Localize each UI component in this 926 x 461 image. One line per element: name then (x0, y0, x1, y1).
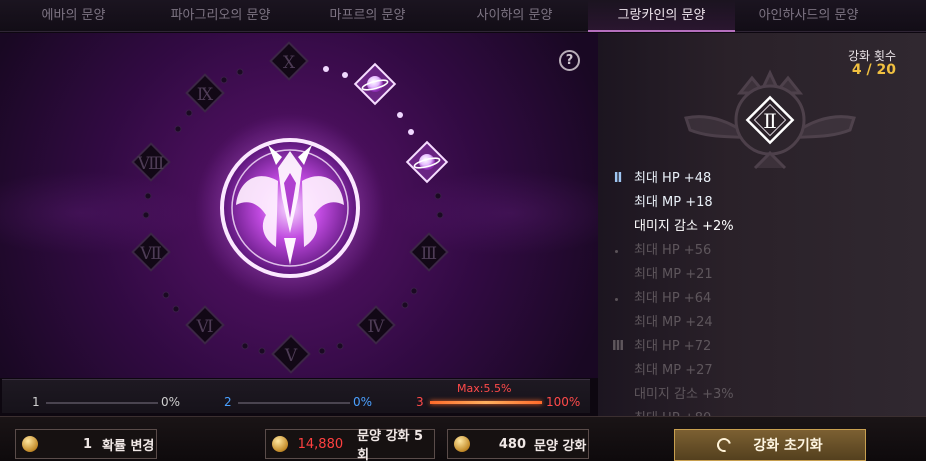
enhance-button[interactable]: 480 문양 강화 (447, 429, 589, 459)
coin-icon (22, 436, 38, 452)
tab-maphr[interactable]: 마프르의 문양 (294, 0, 441, 32)
stat-item: 최대 MP +27 (598, 359, 926, 383)
tab-bar: 에바의 문양 파아그리오의 문양 마프르의 문양 사이하의 문양 그랑카인의 문… (0, 0, 926, 32)
stat-text: 최대 HP +56 (634, 243, 712, 258)
tab-eva[interactable]: 에바의 문양 (0, 0, 147, 32)
stat-text: 최대 HP +48 (634, 171, 712, 186)
slot-viii[interactable]: Ⅷ (131, 142, 171, 182)
prob-change-count: 1 (82, 436, 92, 452)
tab-paagrio[interactable]: 파아그리오의 문양 (147, 0, 294, 32)
slot-ix-label: Ⅸ (197, 85, 214, 105)
prob-1-index: 1 (32, 395, 40, 409)
enhance-cost: 480 (498, 436, 526, 452)
slot-x-label: X (283, 53, 296, 73)
crest-icon: Ⅱ (684, 69, 856, 170)
enhance-panel: 강화 횟수 4 / 20 Ⅱ Ⅱ 최대 HP +48 최대 MP +18 대미지… (598, 33, 926, 421)
prob-change-label: 확률 변경 (102, 438, 155, 454)
stat-item: 최대 MP +18 (598, 191, 926, 215)
prob-1-bar (46, 402, 158, 404)
prob-3-bar (430, 401, 542, 404)
stat-text: 최대 MP +27 (634, 363, 713, 378)
dot-icon (615, 298, 618, 301)
enhance-5-times-button[interactable]: 14,880 문양 강화 5회 (265, 429, 435, 461)
refresh-icon (714, 435, 734, 455)
prob-2-bar (238, 402, 350, 404)
enhance5-cost: 14,880 (297, 436, 344, 452)
reset-enhance-button[interactable]: 강화 초기화 (674, 429, 866, 461)
stat-text: 최대 MP +18 (634, 195, 713, 210)
glyph-stage: X Ⅸ Ⅷ Ⅶ Ⅵ Ⅴ Ⅳ Ⅲ ? (0, 33, 598, 378)
stat-text: 대미지 감소 +3% (634, 387, 734, 402)
prob-2-percent: 0% (353, 395, 373, 409)
stat-item: Ⅱ 최대 HP +48 (598, 167, 926, 191)
stat-text: 최대 MP +21 (634, 267, 713, 282)
stat-item: 대미지 감소 +2% (598, 215, 926, 239)
stat-item: 최대 HP +64 (598, 287, 926, 311)
help-icon[interactable]: ? (559, 50, 580, 71)
slot-iii[interactable]: Ⅲ (409, 232, 449, 272)
enhance5-label: 문양 강화 5회 (357, 429, 424, 461)
probability-change-button[interactable]: 1 확률 변경 (15, 429, 157, 459)
dot-icon (615, 250, 618, 253)
slot-vii[interactable]: Ⅶ (131, 232, 171, 272)
prob-3-index: 3 (416, 395, 424, 409)
coin-icon (272, 436, 288, 452)
prob-1-percent: 0% (161, 395, 181, 409)
slot-x[interactable]: X (269, 41, 309, 81)
stat-text: 최대 HP +64 (634, 291, 712, 306)
max-probability-label: Max:5.5% (457, 382, 512, 395)
slot-vii-label: Ⅶ (139, 244, 162, 264)
stat-text: 대미지 감소 +2% (634, 219, 734, 234)
stat-list: Ⅱ 최대 HP +48 최대 MP +18 대미지 감소 +2% 최대 HP +… (598, 167, 926, 421)
slot-viii-label: Ⅷ (137, 154, 165, 174)
slot-v[interactable]: Ⅴ (271, 334, 311, 374)
stat-item: 최대 MP +21 (598, 263, 926, 287)
probability-row: 1 0% 2 0% Max:5.5% 3 100% (2, 379, 590, 413)
tab-einhasad[interactable]: 아인하사드의 문양 (735, 0, 882, 32)
prob-3-percent: 100% (546, 395, 581, 409)
slot-i-completed[interactable] (353, 62, 397, 106)
winged-helm-emblem-icon (195, 113, 385, 303)
slot-vi[interactable]: Ⅵ (185, 305, 225, 345)
tab-gran-kain[interactable]: 그랑카인의 문양 (588, 0, 735, 32)
tab-sayha[interactable]: 사이하의 문양 (441, 0, 588, 32)
slot-vi-label: Ⅵ (195, 317, 213, 337)
slot-iv[interactable]: Ⅳ (356, 305, 396, 345)
coin-icon (454, 436, 470, 452)
glyph-ring: X Ⅸ Ⅷ Ⅶ Ⅵ Ⅴ Ⅳ Ⅲ (131, 41, 449, 374)
crest-numeral: Ⅱ (763, 109, 777, 133)
slot-iv-label: Ⅳ (368, 317, 386, 337)
tier-marker: Ⅲ (611, 339, 625, 354)
slot-iii-label: Ⅲ (421, 244, 437, 264)
stat-item: Ⅲ 최대 HP +72 (598, 335, 926, 359)
tier-marker: Ⅱ (613, 171, 623, 186)
stat-item: 최대 MP +24 (598, 311, 926, 335)
slot-ii-completed[interactable] (405, 140, 449, 184)
enhance-label: 문양 강화 (534, 438, 587, 454)
stat-item: 대미지 감소 +3% (598, 383, 926, 407)
reset-label: 강화 초기화 (753, 438, 823, 454)
bottom-bar: 1 확률 변경 14,880 문양 강화 5회 480 문양 강화 강화 초기화 (0, 416, 926, 461)
slot-v-label: Ⅴ (284, 346, 298, 366)
stat-text: 최대 MP +24 (634, 315, 713, 330)
stat-text: 최대 HP +72 (634, 339, 712, 354)
prob-2-index: 2 (224, 395, 232, 409)
stat-item: 최대 HP +56 (598, 239, 926, 263)
slot-ix[interactable]: Ⅸ (185, 73, 225, 113)
